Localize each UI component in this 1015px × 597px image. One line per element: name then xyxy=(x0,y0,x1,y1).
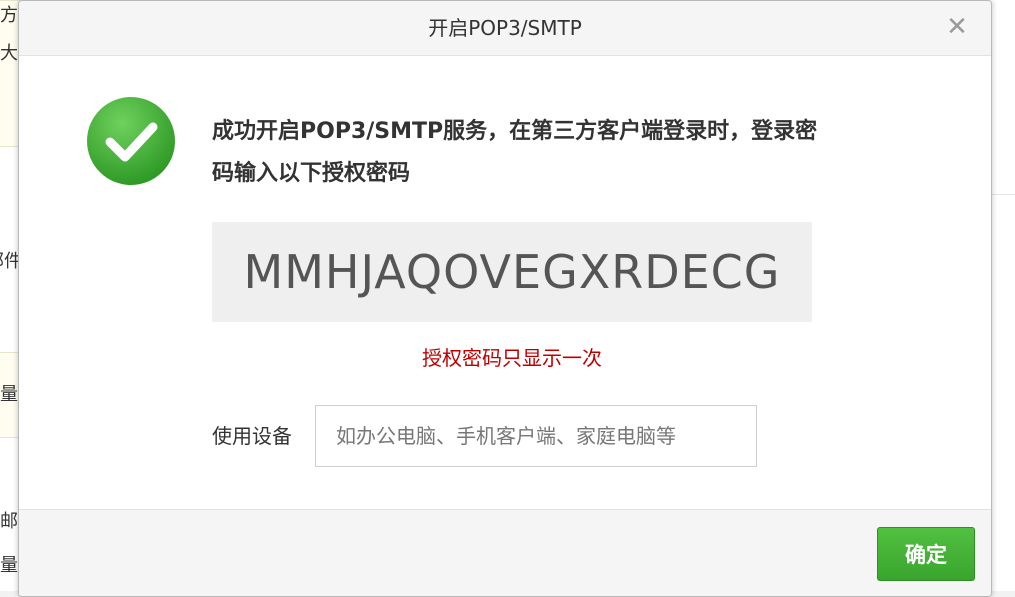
dialog-header: 开启POP3/SMTP ✕ xyxy=(19,1,991,56)
device-label: 使用设备 xyxy=(212,424,292,448)
checkmark-circle-icon xyxy=(87,97,175,185)
background-text: 邮 xyxy=(0,511,18,532)
background-text: 量 xyxy=(0,555,18,576)
pop3-smtp-dialog: 开启POP3/SMTP ✕ 成功开启POP3/SMTP服务，在第三方客户端登录时… xyxy=(18,0,992,597)
dialog-footer: 确定 xyxy=(19,509,991,596)
divider xyxy=(990,194,1015,195)
background-text: 量 xyxy=(0,384,18,405)
auth-code: MMHJAQOVEGXRDECG xyxy=(212,222,812,322)
device-input[interactable] xyxy=(315,405,757,467)
confirm-button[interactable]: 确定 xyxy=(877,527,975,581)
close-icon[interactable]: ✕ xyxy=(943,13,971,41)
background-text: 大 xyxy=(0,43,18,64)
warning-text: 授权密码只显示一次 xyxy=(422,346,602,370)
success-message: 成功开启POP3/SMTP服务，在第三方客户端登录时，登录密码输入以下授权密码 xyxy=(212,119,818,186)
background-text: 方 xyxy=(0,5,18,26)
dialog-title: 开启POP3/SMTP xyxy=(428,16,582,40)
